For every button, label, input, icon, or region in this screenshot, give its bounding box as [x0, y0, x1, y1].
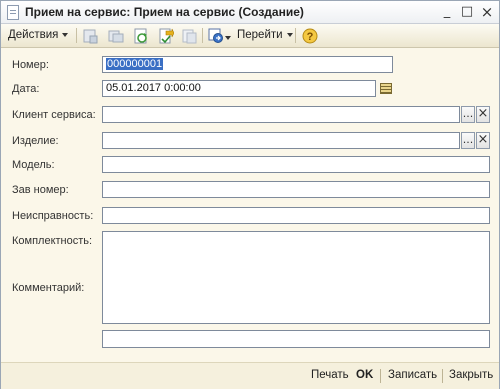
save-button[interactable]: Записать [388, 369, 437, 381]
ok-button[interactable]: OK [356, 369, 373, 381]
close-form-button[interactable]: Закрыть [449, 369, 493, 381]
chevron-down-icon[interactable] [225, 36, 231, 40]
fault-label: Неисправность: [12, 210, 94, 222]
actions-menu-label: Действия [8, 29, 59, 41]
chevron-down-icon [286, 32, 293, 37]
date-label: Дата: [12, 83, 40, 95]
add-row-icon[interactable] [82, 28, 98, 44]
post-document-icon[interactable] [158, 28, 174, 44]
help-icon[interactable]: ? [302, 28, 318, 44]
serial-field[interactable] [102, 181, 490, 198]
actions-menu[interactable]: Действия [8, 29, 69, 41]
document-icon [7, 5, 19, 20]
product-clear-button[interactable]: × [476, 132, 490, 149]
chevron-down-icon [62, 32, 69, 37]
completeness-textarea[interactable] [102, 231, 490, 324]
title-bar: Прием на сервис: Прием на сервис (Создан… [1, 1, 499, 24]
calendar-icon[interactable] [380, 83, 392, 94]
structure-icon[interactable] [208, 28, 224, 44]
unpost-document-icon[interactable] [181, 28, 197, 44]
toolbar-divider [76, 28, 77, 43]
serial-label: Зав номер: [12, 184, 69, 196]
goto-menu-label: Перейти [237, 29, 283, 41]
refresh-icon[interactable] [133, 28, 149, 44]
completeness-label: Комплектность: [12, 235, 93, 247]
product-field[interactable] [102, 132, 460, 149]
bottom-button-bar: Печать OK Записать Закрыть [1, 362, 499, 389]
document-window: Прием на сервис: Прием на сервис (Создан… [0, 0, 500, 389]
print-button[interactable]: Печать [311, 369, 349, 381]
bottom-divider [380, 369, 381, 383]
product-select-button[interactable]: ... [461, 132, 475, 149]
window-title: Прием на сервис: Прием на сервис (Создан… [25, 5, 304, 19]
comment-field[interactable] [102, 330, 490, 348]
fault-field[interactable] [102, 207, 490, 224]
comment-label: Комментарий: [12, 282, 85, 294]
product-label: Изделие: [12, 135, 59, 147]
number-field[interactable]: 000000001 [102, 56, 393, 73]
number-label: Номер: [12, 59, 49, 71]
bottom-divider [442, 369, 443, 383]
client-select-button[interactable]: ... [461, 106, 475, 123]
client-field[interactable] [102, 106, 460, 123]
help-glyph: ? [307, 31, 314, 43]
number-value: 000000001 [106, 58, 164, 70]
toolbar-divider [295, 28, 296, 43]
goto-menu[interactable]: Перейти [237, 29, 293, 41]
minimize-button[interactable]: _ [439, 4, 455, 20]
toolbar-divider [202, 28, 203, 43]
close-button[interactable]: × [479, 4, 495, 20]
model-label: Модель: [12, 159, 55, 171]
client-label: Клиент сервиса: [12, 109, 96, 121]
model-field[interactable] [102, 156, 490, 173]
toolbar: Действия Перейти ? [1, 24, 499, 48]
copy-icon[interactable] [108, 28, 124, 44]
maximize-button[interactable]: □ [459, 4, 475, 20]
client-clear-button[interactable]: × [476, 106, 490, 123]
date-field[interactable]: 05.01.2017 0:00:00 [102, 80, 376, 97]
